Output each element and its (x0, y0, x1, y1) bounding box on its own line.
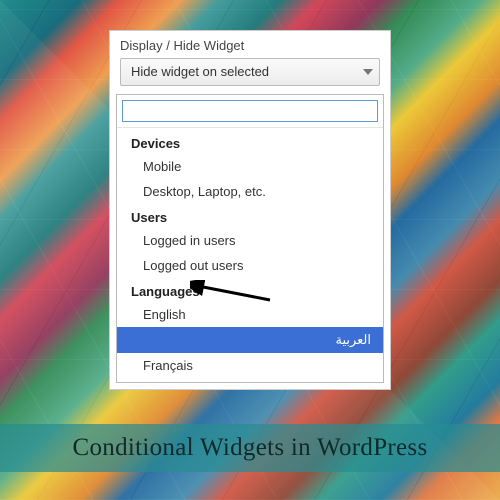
option-english[interactable]: English (117, 302, 383, 327)
option-logged-in[interactable]: Logged in users (117, 228, 383, 253)
options-list: Devices Mobile Desktop, Laptop, etc. Use… (117, 128, 383, 382)
widget-settings-panel: Display / Hide Widget Hide widget on sel… (109, 30, 391, 390)
search-input[interactable] (122, 100, 378, 122)
caption-text: Conditional Widgets in WordPress (73, 434, 428, 461)
display-mode-value: Hide widget on selected (131, 64, 269, 79)
option-arabic[interactable]: العربية (117, 327, 383, 353)
option-french[interactable]: Français (117, 353, 383, 378)
chevron-down-icon (363, 69, 373, 75)
group-languages: Languages (117, 278, 383, 302)
group-users: Users (117, 204, 383, 228)
group-devices: Devices (117, 130, 383, 154)
display-hide-label: Display / Hide Widget (120, 38, 380, 53)
option-logged-out[interactable]: Logged out users (117, 253, 383, 278)
conditions-dropdown: Devices Mobile Desktop, Laptop, etc. Use… (116, 94, 384, 383)
display-mode-select[interactable]: Hide widget on selected (120, 58, 380, 86)
option-desktop[interactable]: Desktop, Laptop, etc. (117, 179, 383, 204)
option-mobile[interactable]: Mobile (117, 154, 383, 179)
search-container (117, 95, 383, 128)
caption-bar: Conditional Widgets in WordPress (0, 424, 500, 472)
